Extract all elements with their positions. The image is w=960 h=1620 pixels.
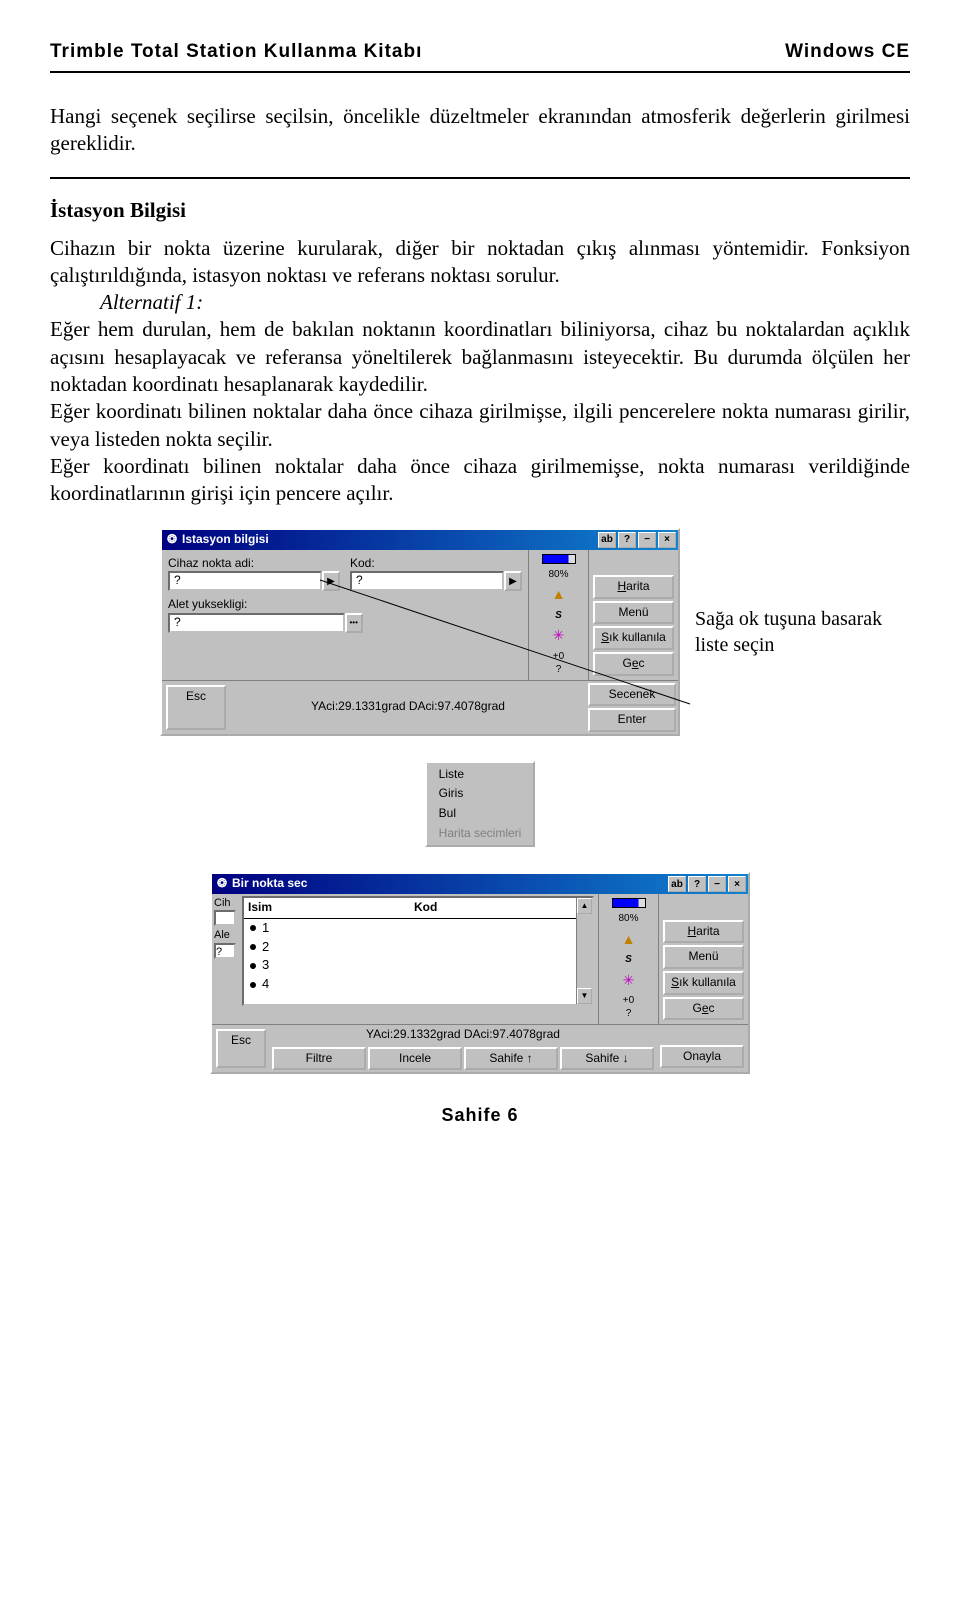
point-select-window: ❂ Bir nokta sec ab ? − × Cih Ale ? Isim …: [210, 872, 750, 1074]
close-button[interactable]: ×: [658, 532, 676, 548]
battery-icon: [612, 898, 646, 908]
incele-button[interactable]: Incele: [368, 1047, 462, 1071]
left-strip: Cih Ale ?: [212, 894, 238, 1024]
gec-button[interactable]: Gec: [663, 997, 744, 1021]
page-footer: Sahife 6: [50, 1104, 910, 1127]
sahife-up-button[interactable]: Sahife ↑: [464, 1047, 558, 1071]
station-form: Cihaz nokta adi: ? ▶ Kod: ? ▶: [162, 550, 528, 680]
station-info-window: ❂ Istasyon bilgisi ab ? − × Cihaz nokta …: [160, 528, 680, 736]
status-bar: YAci:29.1331grad DAci:97.4078grad: [230, 681, 586, 734]
list-item[interactable]: 2: [244, 938, 410, 957]
cihaz-nokta-label: Cihaz nokta adi:: [168, 556, 340, 572]
ab-button[interactable]: ab: [668, 876, 686, 892]
kod-input[interactable]: ?: [350, 571, 504, 591]
header-right: Windows CE: [785, 40, 910, 65]
kod-label: Kod:: [350, 556, 522, 572]
status-pane: 80% ▲ S ✳ +0?: [598, 894, 658, 1024]
alet-yuk-input[interactable]: ?: [168, 613, 345, 633]
point-select-titlebar: ❂ Bir nokta sec ab ? − ×: [212, 874, 748, 894]
secenek-button[interactable]: Secenek: [588, 683, 676, 707]
plus0-text: +0: [623, 995, 634, 1006]
alet-yuk-label: Alet yuksekligi:: [168, 597, 522, 613]
scroll-down-icon[interactable]: ▼: [577, 988, 592, 1004]
point-select-title: Bir nokta sec: [230, 876, 666, 892]
help-button[interactable]: ?: [688, 876, 706, 892]
minimize-button[interactable]: −: [638, 532, 656, 548]
instrument-icon: ▲: [549, 585, 569, 605]
battery-text: 80%: [618, 912, 638, 925]
paragraph-3: Eğer koordinatı bilinen noktalar daha ön…: [50, 398, 910, 453]
paragraph-1: Cihazın bir nokta üzerine kurularak, diğ…: [50, 235, 910, 290]
col-kod: Kod: [410, 898, 576, 919]
menu-item-harita-secimleri: Harita secimleri: [429, 824, 532, 844]
list-scrollbar[interactable]: ▲ ▼: [576, 898, 592, 1004]
cihaz-nokta-arrow[interactable]: ▶: [322, 571, 340, 591]
annotation-1: Sağa ok tuşuna basarak liste seçin: [695, 606, 890, 658]
harita-button[interactable]: Harita: [593, 575, 674, 599]
list-item[interactable]: 4: [244, 975, 410, 994]
alet-yuk-arrow[interactable]: •••: [345, 613, 363, 633]
battery-text: 80%: [548, 568, 568, 581]
s-text: S: [555, 609, 562, 622]
harita-button[interactable]: Harita: [663, 920, 744, 944]
point-list[interactable]: Isim 1 2 3 4 Kod ▲ ▼: [242, 896, 594, 1006]
sahife-down-button[interactable]: Sahife ↓: [560, 1047, 654, 1071]
close-button[interactable]: ×: [728, 876, 746, 892]
alternative-1-label: Alternatif 1:: [50, 289, 203, 316]
list-item[interactable]: 3: [244, 956, 410, 975]
station-info-title: Istasyon bilgisi: [180, 532, 596, 548]
help-button[interactable]: ?: [618, 532, 636, 548]
battery-icon: [542, 554, 576, 564]
station-info-titlebar: ❂ Istasyon bilgisi ab ? − ×: [162, 530, 678, 550]
status-pane: 80% ▲ S ✳ +0?: [528, 550, 588, 680]
target-icon: ✳: [619, 970, 639, 990]
header-left: Trimble Total Station Kullanma Kitabı: [50, 40, 422, 65]
gear-icon: ❂: [164, 532, 180, 548]
target-icon: ✳: [549, 626, 569, 646]
menu-item-liste[interactable]: Liste: [429, 765, 532, 785]
esc-button[interactable]: Esc: [166, 685, 226, 730]
page-header: Trimble Total Station Kullanma Kitabı Wi…: [50, 40, 910, 73]
kod-arrow[interactable]: ▶: [504, 571, 522, 591]
cih-label: Cih: [214, 896, 236, 910]
scroll-up-icon[interactable]: ▲: [577, 898, 592, 914]
s-text: S: [625, 953, 632, 966]
enter-button[interactable]: Enter: [588, 708, 676, 732]
gear-icon: ❂: [214, 876, 230, 892]
plus0-text: +0: [553, 651, 564, 662]
popup-menu: Liste Giris Bul Harita secimleri: [425, 761, 536, 847]
ale-label: Ale: [214, 928, 236, 942]
paragraph-4: Eğer koordinatı bilinen noktalar daha ön…: [50, 453, 910, 508]
figure-1-row: ❂ Istasyon bilgisi ab ? − × Cihaz nokta …: [50, 528, 910, 736]
filtre-button[interactable]: Filtre: [272, 1047, 366, 1071]
side-buttons: Harita Menü Sık kullanıla Gec: [658, 894, 748, 1024]
sik-button[interactable]: Sık kullanıla: [663, 971, 744, 995]
section-title: İstasyon Bilgisi: [50, 177, 910, 224]
intro-paragraph: Hangi seçenek seçilirse seçilsin, önceli…: [50, 103, 910, 158]
q-text: ?: [556, 664, 562, 675]
paragraph-2: Eğer hem durulan, hem de bakılan noktanı…: [50, 317, 910, 396]
sik-button[interactable]: Sık kullanıla: [593, 626, 674, 650]
minimize-button[interactable]: −: [708, 876, 726, 892]
instrument-icon: ▲: [619, 929, 639, 949]
menu-button[interactable]: Menü: [593, 601, 674, 625]
col-isim: Isim: [244, 898, 410, 919]
status-bar: YAci:29.1332grad DAci:97.4078grad: [270, 1025, 656, 1045]
menu-button[interactable]: Menü: [663, 945, 744, 969]
menu-item-giris[interactable]: Giris: [429, 784, 532, 804]
ale-q[interactable]: ?: [214, 943, 236, 959]
onayla-button[interactable]: Onayla: [660, 1045, 744, 1069]
side-buttons: Harita Menü Sık kullanıla Gec: [588, 550, 678, 680]
ab-button[interactable]: ab: [598, 532, 616, 548]
gec-button[interactable]: Gec: [593, 652, 674, 676]
list-item[interactable]: 1: [244, 919, 410, 938]
menu-item-bul[interactable]: Bul: [429, 804, 532, 824]
q-text: ?: [626, 1008, 632, 1019]
esc-button[interactable]: Esc: [216, 1029, 266, 1068]
cihaz-nokta-input[interactable]: ?: [168, 571, 322, 591]
